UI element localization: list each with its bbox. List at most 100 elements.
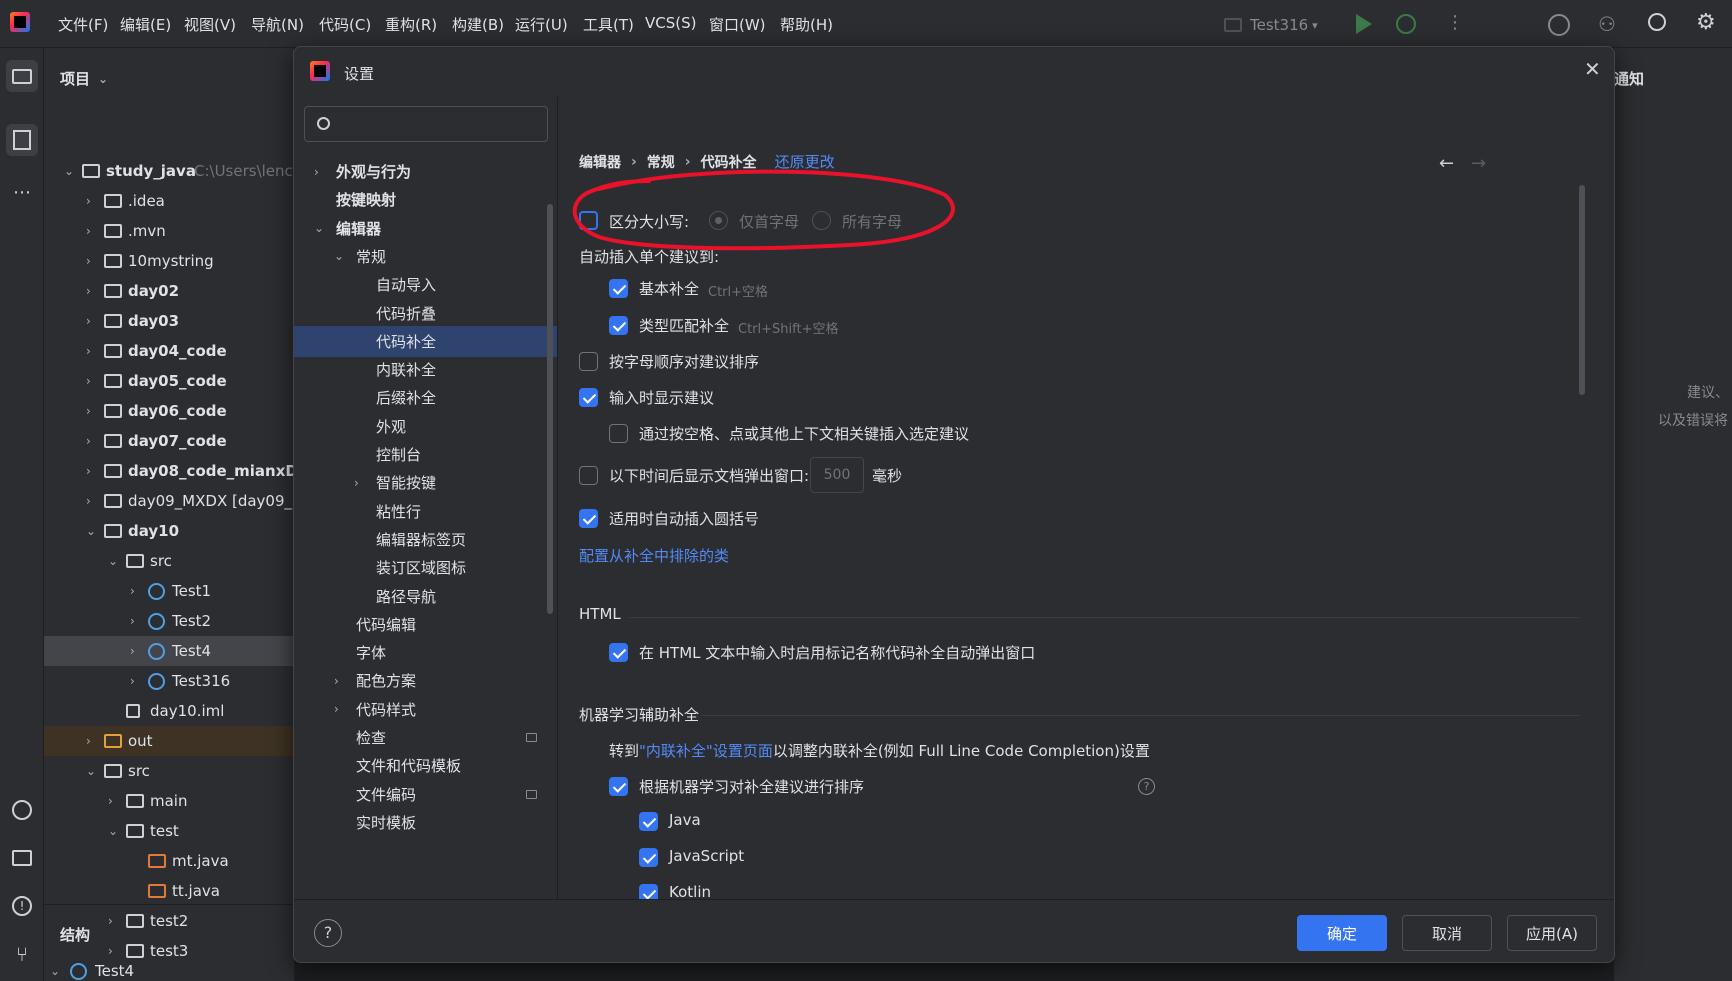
tree-item[interactable]: › 10mystring (44, 246, 294, 276)
settings-nav-item[interactable]: 代码编辑 (294, 609, 557, 640)
content-scrollbar[interactable] (1579, 185, 1585, 395)
settings-nav-item[interactable]: 实时模板 (294, 807, 557, 838)
chevron-right-icon[interactable]: › (86, 344, 98, 358)
chevron-right-icon[interactable]: › (86, 404, 98, 418)
tree-item[interactable]: › day09_MXDX [day09_ (44, 486, 294, 516)
sort-alpha-checkbox[interactable] (579, 352, 598, 371)
chevron-right-icon[interactable]: › (86, 734, 98, 748)
tree-item[interactable]: › day08_code_mianxDU (44, 456, 294, 486)
insert-by-space-checkbox[interactable] (609, 424, 628, 443)
inline-completion-settings-link[interactable]: "内联补全"设置页面 (639, 742, 773, 760)
tree-item[interactable]: › day06_code (44, 396, 294, 426)
chevron-right-icon[interactable]: › (86, 374, 98, 388)
forward-arrow-icon[interactable]: → (1471, 153, 1486, 174)
chevron-right-icon[interactable]: › (130, 614, 142, 628)
chevron-right-icon[interactable]: › (86, 284, 98, 298)
ok-button[interactable]: 确定 (1297, 915, 1387, 951)
doc-popup-delay-input[interactable]: 500 (810, 457, 864, 493)
auto-paren-checkbox[interactable] (579, 509, 598, 528)
help-icon[interactable]: ? (314, 919, 342, 947)
tree-item[interactable]: › main (44, 786, 294, 816)
settings-nav-item[interactable]: › 智能按键 (294, 467, 557, 498)
menu-item[interactable]: 运行(U) (515, 14, 568, 35)
settings-nav-item[interactable]: 代码折叠 (294, 298, 557, 329)
tree-item[interactable]: › Test2 (44, 606, 294, 636)
chevron-right-icon[interactable]: › (86, 464, 98, 478)
chevron-right-icon[interactable]: › (86, 224, 98, 238)
chevron-down-icon[interactable]: ⌄ (108, 554, 120, 568)
settings-search-input[interactable] (304, 106, 548, 142)
menu-item[interactable]: 视图(V) (184, 14, 236, 35)
show-on-typing-checkbox[interactable] (579, 388, 598, 407)
tree-item[interactable]: ⌄ study_java C:\Users\lenc (44, 156, 294, 186)
settings-nav-item[interactable]: 文件和代码模板 (294, 750, 557, 781)
nav-scrollbar[interactable] (547, 204, 553, 614)
menu-item[interactable]: 导航(N) (251, 14, 304, 35)
tree-item[interactable]: › day05_code (44, 366, 294, 396)
menu-item[interactable]: 文件(F) (58, 14, 108, 35)
settings-nav-item[interactable]: › 代码样式 (294, 694, 557, 725)
run-icon[interactable] (1356, 14, 1372, 34)
tree-item[interactable]: › .idea (44, 186, 294, 216)
tree-item[interactable]: › Test1 (44, 576, 294, 606)
settings-nav-item[interactable]: › 配色方案 (294, 665, 557, 696)
chevron-right-icon[interactable]: › (354, 476, 359, 490)
tree-item[interactable]: › .mvn (44, 216, 294, 246)
chevron-right-icon[interactable]: › (108, 944, 120, 958)
ml-language-checkbox[interactable] (639, 848, 658, 867)
project-folder-icon[interactable] (6, 60, 38, 92)
tree-item[interactable]: › Test316 (44, 666, 294, 696)
tree-item[interactable]: mt.java (44, 846, 294, 876)
chevron-right-icon[interactable]: › (86, 494, 98, 508)
type-completion-checkbox[interactable] (609, 316, 628, 335)
settings-nav-item[interactable]: 自动导入 (294, 269, 557, 300)
menu-item[interactable]: 帮助(H) (780, 14, 833, 35)
menu-item[interactable]: 工具(T) (583, 14, 634, 35)
chevron-down-icon[interactable]: ⌄ (334, 249, 344, 263)
settings-nav-item[interactable]: 按键映射 (294, 184, 557, 215)
settings-search-field[interactable] (339, 113, 535, 135)
settings-nav-item[interactable]: 路径导航 (294, 581, 557, 612)
settings-nav-item[interactable]: 装订区域图标 (294, 552, 557, 583)
tree-item[interactable]: ⌄ src (44, 756, 294, 786)
ml-sort-checkbox[interactable] (609, 777, 628, 796)
search-icon[interactable] (1648, 13, 1666, 31)
settings-nav-item[interactable]: ⌄ 编辑器 (294, 213, 557, 244)
services-icon[interactable] (6, 794, 38, 826)
chevron-right-icon[interactable]: › (86, 194, 98, 208)
tree-item[interactable]: ⌄ test (44, 816, 294, 846)
menu-item[interactable]: 窗口(W) (709, 14, 766, 35)
ml-language-checkbox[interactable] (639, 884, 658, 899)
settings-nav-item[interactable]: 文件编码 (294, 779, 557, 810)
tree-item[interactable]: › day02 (44, 276, 294, 306)
chevron-right-icon[interactable]: › (86, 314, 98, 328)
settings-gear-icon[interactable]: ⚙ (1696, 10, 1716, 35)
chevron-right-icon[interactable]: › (130, 644, 142, 658)
settings-nav-item[interactable]: 内联补全 (294, 354, 557, 385)
chevron-right-icon[interactable]: › (314, 165, 319, 179)
menu-item[interactable]: 重构(R) (385, 14, 437, 35)
chevron-right-icon[interactable]: › (108, 794, 120, 808)
structure-icon[interactable] (6, 124, 38, 156)
settings-nav-item[interactable]: 粘性行 (294, 496, 557, 527)
settings-nav-item[interactable]: ⌄ 常规 (294, 241, 557, 272)
more-tools-icon[interactable]: ⋯ (6, 176, 38, 208)
basic-completion-checkbox[interactable] (609, 279, 628, 298)
exclude-classes-link[interactable]: 配置从补全中排除的类 (579, 545, 729, 566)
html-tag-completion-checkbox[interactable] (609, 643, 628, 662)
tree-item[interactable]: day10.iml (44, 696, 294, 726)
settings-nav-item[interactable]: 检查 (294, 722, 557, 753)
settings-nav-item[interactable]: 代码补全 (294, 325, 557, 357)
settings-nav-item[interactable]: › 外观与行为 (294, 156, 557, 187)
terminal-icon[interactable] (6, 842, 38, 874)
help-circle-icon[interactable]: ? (1138, 778, 1155, 795)
settings-nav-item[interactable]: 字体 (294, 637, 557, 668)
chevron-down-icon[interactable]: ⌄ (86, 524, 98, 538)
tree-item[interactable]: › day04_code (44, 336, 294, 366)
tree-item[interactable]: tt.java (44, 876, 294, 906)
tree-item[interactable]: ⌄ day10 (44, 516, 294, 546)
chevron-right-icon[interactable]: › (334, 674, 339, 688)
ml-language-checkbox[interactable] (639, 812, 658, 831)
chevron-right-icon[interactable]: › (86, 434, 98, 448)
settings-nav-item[interactable]: 外观 (294, 411, 557, 442)
